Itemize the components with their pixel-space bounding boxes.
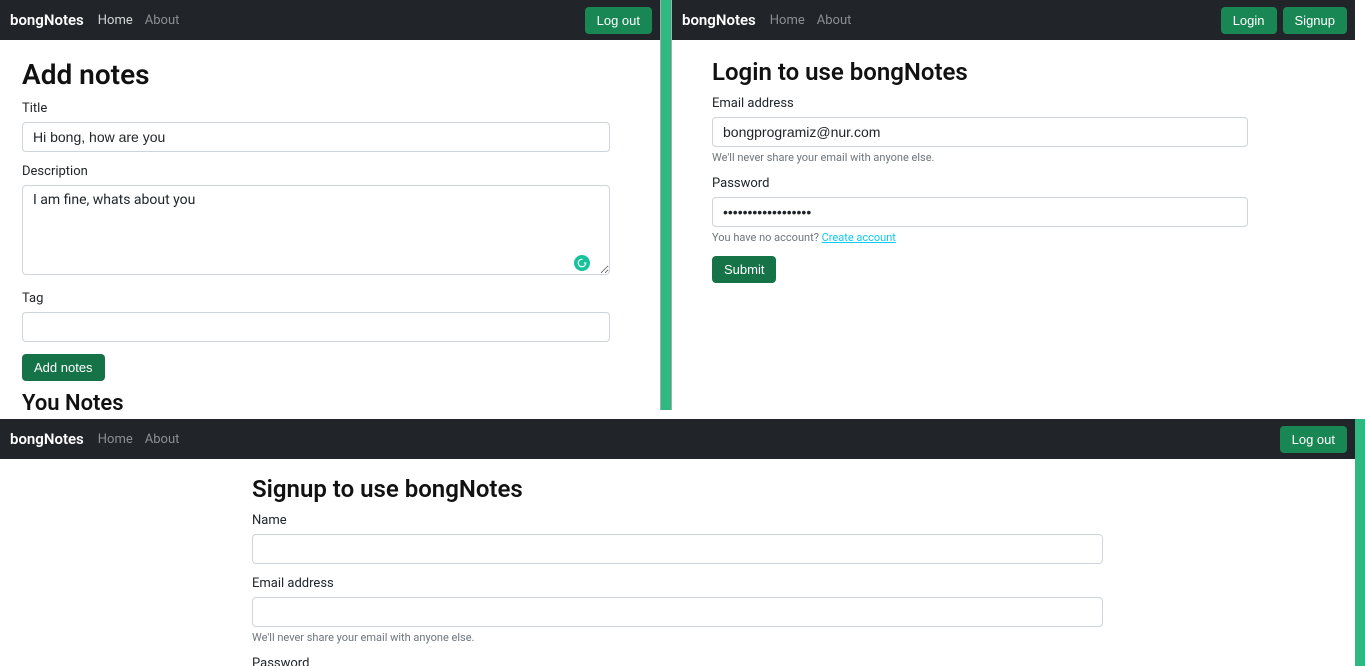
nav-home[interactable]: Home xyxy=(98,432,133,447)
nav-home[interactable]: Home xyxy=(98,13,133,28)
email-input[interactable] xyxy=(712,117,1248,147)
navbar-right: bongNotes Home About Login Signup xyxy=(672,0,1355,40)
add-notes-button[interactable]: Add notes xyxy=(22,354,105,381)
vertical-divider[interactable] xyxy=(660,0,672,410)
signup-email-input[interactable] xyxy=(252,597,1103,627)
title-input[interactable] xyxy=(22,122,610,152)
signup-email-label: Email address xyxy=(252,576,1103,591)
navbar-bottom: bongNotes Home About Log out xyxy=(0,419,1355,459)
name-input[interactable] xyxy=(252,534,1103,564)
signup-email-helper: We'll never share your email with anyone… xyxy=(252,631,1103,644)
panel-login: bongNotes Home About Login Signup Login … xyxy=(672,0,1355,410)
logout-button[interactable]: Log out xyxy=(585,7,652,34)
brand[interactable]: bongNotes xyxy=(682,11,756,29)
email-helper: We'll never share your email with anyone… xyxy=(712,151,1248,164)
description-label: Description xyxy=(22,164,610,179)
tag-label: Tag xyxy=(22,291,610,306)
signup-button[interactable]: Signup xyxy=(1283,7,1347,34)
panel-signup: bongNotes Home About Log out Signup to u… xyxy=(0,419,1355,666)
login-button[interactable]: Login xyxy=(1221,7,1277,34)
nav-home[interactable]: Home xyxy=(770,13,805,28)
title-label: Title xyxy=(22,101,610,116)
nav-about[interactable]: About xyxy=(145,432,180,447)
navbar-left: bongNotes Home About Log out xyxy=(0,0,660,40)
signup-password-label: Password xyxy=(252,656,1103,666)
add-notes-heading: Add notes xyxy=(22,58,610,91)
brand[interactable]: bongNotes xyxy=(10,11,84,29)
no-account-helper: You have no account? Create account xyxy=(712,231,1248,244)
nav-about[interactable]: About xyxy=(817,13,852,28)
name-label: Name xyxy=(252,513,1103,528)
panel-add-notes: bongNotes Home About Log out Add notes T… xyxy=(0,0,660,410)
accent-divider[interactable] xyxy=(1355,419,1365,666)
brand[interactable]: bongNotes xyxy=(10,430,84,448)
signup-heading: Signup to use bongNotes xyxy=(252,475,1103,503)
password-label: Password xyxy=(712,176,1248,191)
email-label: Email address xyxy=(712,96,1248,111)
description-textarea[interactable] xyxy=(22,185,610,275)
password-input[interactable] xyxy=(712,197,1248,227)
logout-button[interactable]: Log out xyxy=(1280,426,1347,453)
login-heading: Login to use bongNotes xyxy=(712,58,1248,86)
horizontal-divider xyxy=(0,410,1365,419)
no-account-text: You have no account? xyxy=(712,231,822,244)
your-notes-heading: You Notes xyxy=(22,391,610,410)
nav-about[interactable]: About xyxy=(145,13,180,28)
tag-input[interactable] xyxy=(22,312,610,342)
submit-button[interactable]: Submit xyxy=(712,256,776,283)
create-account-link[interactable]: Create account xyxy=(822,231,896,244)
